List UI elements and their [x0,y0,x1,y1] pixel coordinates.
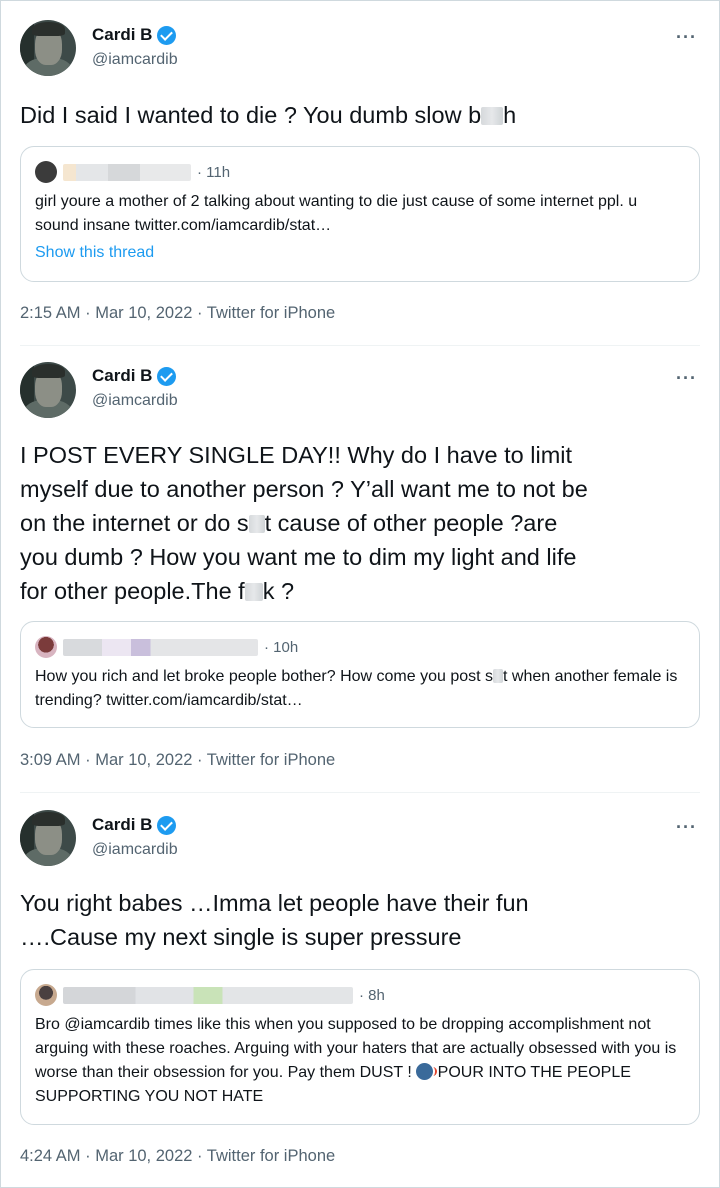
quoted-text: How you rich and let broke people bother… [35,668,678,709]
quoted-tweet[interactable]: · 11h girl youre a mother of 2 talking a… [20,146,700,282]
tweet-divider [20,792,700,793]
blurred-username [63,638,258,656]
speaking-head-emoji-icon [416,1063,438,1080]
verified-badge-icon [157,815,177,835]
tweet-text-line: you dumb ? How you want me to dim my lig… [20,544,577,570]
display-name[interactable]: Cardi B [92,25,152,45]
avatar[interactable] [20,20,76,76]
tweet-divider [20,345,700,346]
tweet-text: Did I said I wanted to die ? You dumb sl… [20,98,700,132]
tweet-timestamp[interactable]: 4:24 AM · Mar 10, 2022 · Twitter for iPh… [20,1147,335,1166]
tweet-text: I POST EVERY SINGLE DAY!! Why do I have … [20,438,700,608]
user-handle[interactable]: @iamcardib [92,51,178,69]
tweet-text-line: for other people.The fk ? [20,578,295,604]
verified-badge-icon [157,25,177,45]
quoted-tweet[interactable]: · 8h Bro @iamcardib times like this when… [20,969,700,1125]
censor-blur [244,583,263,601]
quoted-time: · 10h [264,638,299,656]
quoted-avatar [35,984,57,1006]
tweet-text-line: ….Cause my next single is super pressure [20,924,462,950]
tweet-text-part: Did I said I wanted to die ? You dumb sl… [20,102,482,128]
show-thread-link[interactable]: Show this thread [35,244,685,262]
verified-badge-icon [157,366,177,386]
tweet-text-part: h [503,102,517,128]
quoted-time: · 8h [359,986,385,1004]
censor-blur [493,669,504,683]
more-options-icon[interactable]: ··· [676,28,697,46]
censor-blur [248,515,265,533]
blurred-username [63,986,353,1004]
user-handle[interactable]: @iamcardib [92,392,178,410]
avatar[interactable] [20,810,76,866]
tweet-timestamp[interactable]: 2:15 AM · Mar 10, 2022 · Twitter for iPh… [20,304,335,323]
tweet-text-line: on the internet or do st cause of other … [20,510,558,536]
tweet-text-line: myself due to another person ? Y’all wan… [20,476,588,502]
censor-blur [481,107,504,125]
quoted-avatar [35,161,57,183]
quoted-avatar [35,636,57,658]
display-name[interactable]: Cardi B [92,366,152,386]
more-options-icon[interactable]: ··· [676,369,697,387]
tweet-text-line: You right babes …Imma let people have th… [20,890,529,916]
tweet-text-line: I POST EVERY SINGLE DAY!! Why do I have … [20,442,573,468]
quoted-text: Bro @iamcardib times like this when you … [35,1016,677,1105]
more-options-icon[interactable]: ··· [676,818,697,836]
tweet-text: You right babes …Imma let people have th… [20,886,700,954]
quoted-text: girl youre a mother of 2 talking about w… [35,193,638,234]
tweet-timestamp[interactable]: 3:09 AM · Mar 10, 2022 · Twitter for iPh… [20,751,335,770]
avatar[interactable] [20,362,76,418]
quoted-tweet[interactable]: · 10h How you rich and let broke people … [20,621,700,728]
user-handle[interactable]: @iamcardib [92,841,178,859]
blurred-username [63,163,191,181]
quoted-time: · 11h [197,163,231,181]
display-name[interactable]: Cardi B [92,815,152,835]
